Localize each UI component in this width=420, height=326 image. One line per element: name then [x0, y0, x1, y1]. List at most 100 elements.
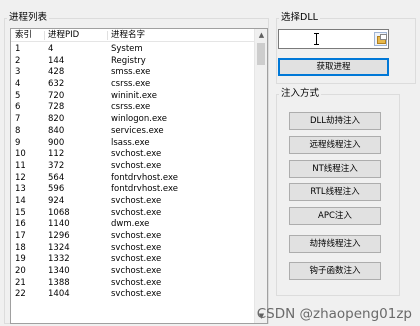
- folder-browse-icon[interactable]: [374, 32, 387, 46]
- column-separator[interactable]: [107, 31, 108, 40]
- table-row[interactable]: 13 596 fontdrvhost.exe: [11, 183, 255, 195]
- cell-process-name: services.exe: [111, 125, 164, 136]
- cell-process-name: svchost.exe: [111, 242, 162, 253]
- process-list-view[interactable]: 索引 进程PID 进程名字 1 4 System 2 144 Registry 3 428 sm…: [10, 28, 268, 324]
- cell-pid: 1068: [48, 207, 70, 218]
- nt-thread-inject-button[interactable]: NT线程注入: [289, 160, 381, 178]
- hijack-thread-inject-button[interactable]: 劫持线程注入: [289, 235, 381, 253]
- column-header-name[interactable]: 进程名字: [111, 29, 145, 41]
- cell-index: 4: [15, 79, 21, 90]
- table-row[interactable]: 19 1332 svchost.exe: [11, 253, 255, 265]
- table-row[interactable]: 12 564 fontdrvhost.exe: [11, 172, 255, 184]
- cell-process-name: Registry: [111, 55, 146, 66]
- cell-index: 1: [15, 44, 21, 54]
- cell-process-name: svchost.exe: [111, 160, 162, 171]
- cell-process-name: csrss.exe: [111, 102, 151, 113]
- cell-pid: 900: [48, 137, 65, 148]
- rtl-thread-inject-button[interactable]: RTL线程注入: [289, 183, 381, 201]
- dll-hijack-inject-button[interactable]: DLL劫持注入: [289, 112, 381, 130]
- table-row[interactable]: 22 1404 svchost.exe: [11, 288, 255, 300]
- cell-pid: 632: [48, 79, 65, 90]
- table-row[interactable]: 16 1140 dwm.exe: [11, 218, 255, 230]
- cell-pid: 372: [48, 160, 65, 171]
- cell-index: 22: [15, 289, 26, 300]
- cell-process-name: svchost.exe: [111, 277, 162, 288]
- get-process-button[interactable]: 获取进程: [278, 58, 389, 76]
- table-row[interactable]: 3 428 smss.exe: [11, 66, 255, 78]
- cell-index: 21: [15, 277, 26, 288]
- table-row[interactable]: 20 1340 svchost.exe: [11, 265, 255, 277]
- cell-pid: 4: [48, 44, 54, 54]
- cell-index: 8: [15, 125, 21, 136]
- text-cursor-icon: [314, 33, 321, 45]
- cell-pid: 728: [48, 102, 65, 113]
- cell-pid: 428: [48, 67, 65, 78]
- table-row[interactable]: 4 632 csrss.exe: [11, 78, 255, 90]
- cell-pid: 596: [48, 184, 65, 195]
- cell-index: 10: [15, 149, 26, 160]
- table-row[interactable]: 2 144 Registry: [11, 55, 255, 67]
- cell-process-name: dwm.exe: [111, 219, 150, 230]
- cell-process-name: svchost.exe: [111, 289, 162, 300]
- cell-process-name: svchost.exe: [111, 149, 162, 160]
- cell-index: 9: [15, 137, 21, 148]
- table-row[interactable]: 15 1068 svchost.exe: [11, 207, 255, 219]
- cell-index: 12: [15, 172, 26, 183]
- table-row[interactable]: 11 372 svchost.exe: [11, 160, 255, 172]
- cell-pid: 112: [48, 149, 65, 160]
- cell-index: 20: [15, 266, 26, 277]
- cell-index: 14: [15, 195, 26, 206]
- table-row[interactable]: 18 1324 svchost.exe: [11, 242, 255, 254]
- remote-thread-inject-button[interactable]: 远程线程注入: [289, 136, 381, 154]
- cell-index: 18: [15, 242, 26, 253]
- process-list-body: 1 4 System 2 144 Registry 3 428 smss.exe 4 632 csrs…: [11, 43, 255, 300]
- vertical-scrollbar[interactable]: ▲ ▼: [254, 29, 267, 323]
- table-row[interactable]: 8 840 services.exe: [11, 125, 255, 137]
- table-row[interactable]: 10 112 svchost.exe: [11, 148, 255, 160]
- cell-process-name: svchost.exe: [111, 195, 162, 206]
- cell-pid: 1324: [48, 242, 70, 253]
- cell-process-name: lsass.exe: [111, 137, 150, 148]
- process-list-group-title: 进程列表: [7, 12, 50, 24]
- cell-index: 2: [15, 55, 21, 66]
- cell-process-name: fontdrvhost.exe: [111, 172, 178, 183]
- cell-pid: 1140: [48, 219, 70, 230]
- cell-index: 5: [15, 90, 21, 101]
- apc-inject-button[interactable]: APC注入: [289, 207, 381, 225]
- cell-pid: 1340: [48, 266, 70, 277]
- cell-index: 11: [15, 160, 26, 171]
- hook-function-inject-button[interactable]: 钩子函数注入: [289, 262, 381, 280]
- cell-process-name: svchost.exe: [111, 207, 162, 218]
- cell-process-name: System: [111, 44, 143, 54]
- cell-pid: 1296: [48, 231, 70, 241]
- cell-process-name: csrss.exe: [111, 79, 151, 90]
- table-row[interactable]: 14 924 svchost.exe: [11, 195, 255, 207]
- scroll-up-arrow-icon[interactable]: ▲: [255, 29, 267, 42]
- process-list-header: 索引 进程PID 进程名字: [11, 29, 255, 42]
- cell-pid: 924: [48, 195, 65, 206]
- cell-index: 3: [15, 67, 21, 78]
- dll-path-input[interactable]: [278, 29, 389, 49]
- cell-index: 19: [15, 254, 26, 265]
- table-row[interactable]: 5 720 wininit.exe: [11, 90, 255, 102]
- table-row[interactable]: 17 1296 svchost.exe: [11, 230, 255, 242]
- cell-process-name: svchost.exe: [111, 231, 162, 241]
- column-header-index[interactable]: 索引: [15, 29, 32, 41]
- table-row[interactable]: 21 1388 svchost.exe: [11, 277, 255, 289]
- column-header-pid[interactable]: 进程PID: [48, 29, 79, 41]
- table-row[interactable]: 7 820 winlogon.exe: [11, 113, 255, 125]
- cell-pid: 564: [48, 172, 65, 183]
- cell-index: 6: [15, 102, 21, 113]
- csdn-watermark: CSDN @zhaopeng01zp: [256, 306, 412, 322]
- dll-select-group-title: 选择DLL: [279, 12, 320, 24]
- cell-pid: 144: [48, 55, 65, 66]
- table-row[interactable]: 6 728 csrss.exe: [11, 101, 255, 113]
- cell-pid: 840: [48, 125, 65, 136]
- column-separator[interactable]: [44, 31, 45, 40]
- table-row[interactable]: 9 900 lsass.exe: [11, 137, 255, 149]
- table-row[interactable]: 1 4 System: [11, 43, 255, 55]
- cell-pid: 1404: [48, 289, 70, 300]
- cell-index: 7: [15, 114, 21, 125]
- scrollbar-thumb[interactable]: [257, 43, 265, 65]
- cell-pid: 1332: [48, 254, 70, 265]
